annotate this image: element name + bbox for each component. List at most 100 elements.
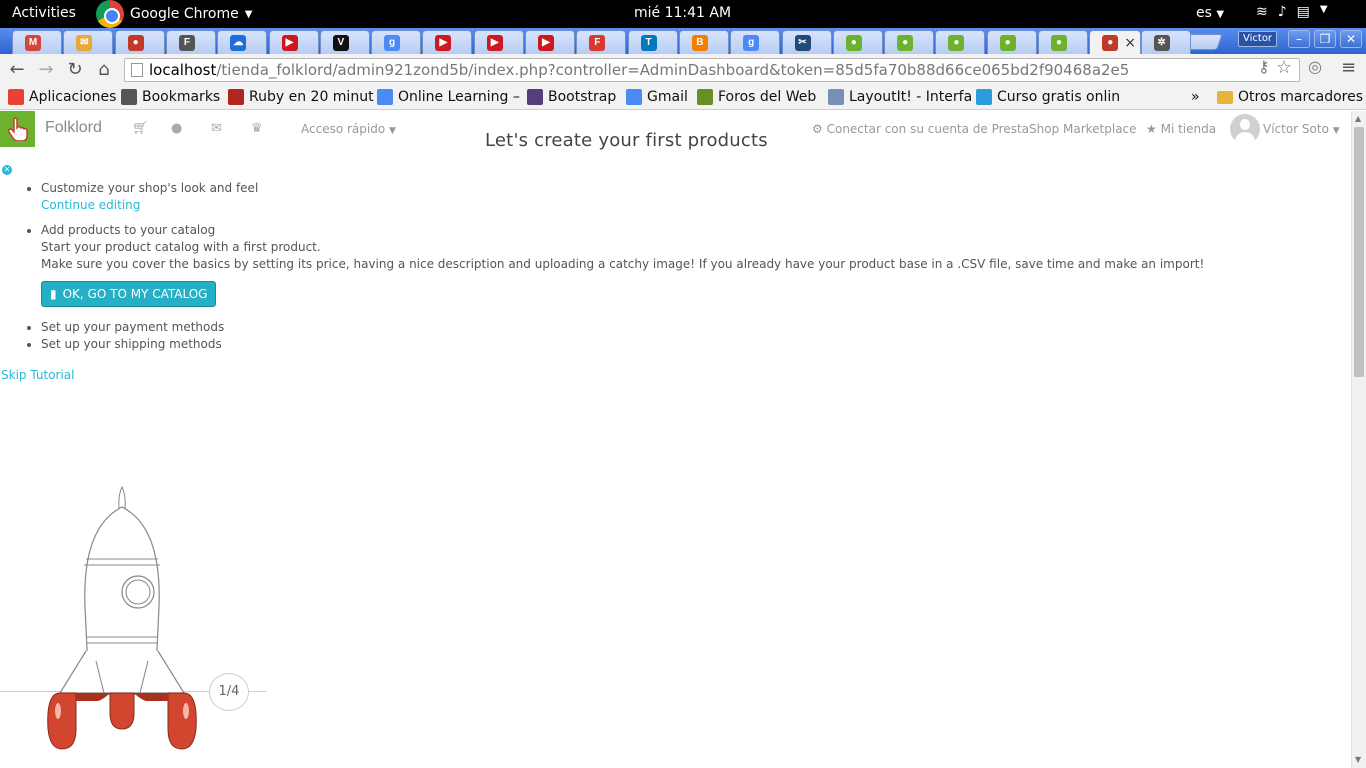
scrollbar-thumb[interactable] — [1354, 127, 1364, 377]
caret-down-icon: ▼ — [389, 126, 396, 136]
language-indicator[interactable]: es ▼ — [1196, 5, 1224, 21]
avatar[interactable] — [1230, 114, 1260, 144]
volume-icon: ♪ — [1277, 4, 1287, 20]
android-icon: ● — [999, 34, 1016, 51]
step-shipping: Set up your shipping methods — [41, 336, 1204, 353]
browser-tab[interactable]: ☁ — [217, 30, 268, 54]
wifi-icon: ≋ — [1256, 4, 1268, 20]
trello-icon: T — [640, 34, 657, 51]
puzzle-icon: ⚙ — [812, 122, 823, 136]
bookmark-item[interactable]: Bookmarks — [121, 89, 220, 105]
trophy-icon[interactable]: ♛ — [251, 121, 263, 136]
browser-tab[interactable]: ▶ — [525, 30, 575, 54]
close-window-button[interactable]: ✕ — [1340, 30, 1362, 48]
browser-tab[interactable]: ▶ — [422, 30, 473, 54]
bookmark-item[interactable]: LayoutIt! - Interfa — [828, 89, 972, 105]
continue-editing-link[interactable]: Continue editing — [41, 197, 1204, 214]
my-shop-link[interactable]: ★ Mi tienda — [1146, 122, 1216, 136]
marketplace-link[interactable]: ⚙ Conectar con su cuenta de PrestaShop M… — [812, 122, 1137, 136]
browser-tab[interactable]: V — [319, 30, 370, 54]
clock[interactable]: mié 11:41 AM — [634, 5, 731, 21]
bookmark-item[interactable]: Foros del Web — [697, 89, 816, 105]
menu-icon[interactable]: ≡ — [1341, 57, 1356, 78]
close-tab-icon[interactable]: × — [1124, 35, 1136, 51]
extension-icon[interactable]: ◎ — [1308, 57, 1322, 76]
system-status-area[interactable]: ≋ ♪ ▤ ▼ — [1256, 4, 1328, 20]
bookmark-star-icon[interactable]: ☆ — [1276, 57, 1292, 78]
profile-button[interactable]: Victor — [1238, 31, 1278, 47]
marketplace-label: Conectar con su cuenta de PrestaShop Mar… — [826, 122, 1137, 136]
skip-tutorial-link[interactable]: Skip Tutorial — [1, 368, 74, 382]
page-icon — [131, 63, 143, 77]
book-icon: ▮ — [50, 286, 57, 301]
prestashop-icon: ● — [1102, 34, 1119, 51]
scroll-up-icon[interactable]: ▲ — [1355, 114, 1361, 123]
app-menu-label: Google Chrome — [130, 6, 239, 22]
chevron-down-icon: ▼ — [1216, 9, 1225, 20]
bookmark-item[interactable]: Aplicaciones — [8, 89, 116, 105]
browser-tab[interactable]: B — [678, 30, 729, 54]
bookmark-item[interactable]: Online Learning – — [377, 89, 520, 105]
browser-tab[interactable]: ● — [1038, 30, 1088, 54]
key-icon[interactable]: ⚷ — [1258, 57, 1270, 76]
scroll-down-icon[interactable]: ▼ — [1355, 755, 1361, 764]
browser-tab[interactable]: F — [165, 30, 216, 54]
bookmarks-overflow-button[interactable]: » — [1191, 89, 1200, 105]
reload-icon[interactable]: ↻ — [64, 59, 86, 81]
browser-tab[interactable]: ✲ — [1140, 30, 1191, 54]
tools-icon: ✂ — [794, 34, 811, 51]
browser-tab[interactable]: ● — [884, 30, 935, 54]
grid-icon — [828, 89, 844, 105]
bookmark-item[interactable]: Curso gratis onlin — [976, 89, 1120, 105]
shop-brand[interactable]: Folklord — [45, 119, 102, 137]
back-arrow-icon[interactable]: ← — [6, 59, 28, 81]
activities-button[interactable]: Activities — [12, 5, 76, 21]
browser-tab[interactable]: ▶ — [268, 30, 319, 54]
browser-tab[interactable]: g — [371, 30, 422, 54]
close-tutorial-icon[interactable]: ✕ — [2, 165, 12, 175]
user-menu[interactable]: Víctor Soto ▼ — [1263, 122, 1340, 136]
cart-icon[interactable]: 🛒︎ — [132, 121, 149, 136]
browser-tab[interactable]: ✂ — [781, 30, 832, 54]
browser-tab[interactable]: F — [576, 30, 627, 54]
browser-tab[interactable]: ● — [832, 30, 883, 54]
quick-access-menu[interactable]: Acceso rápido ▼ — [301, 122, 396, 136]
user-icon[interactable]: ● — [171, 121, 182, 136]
youtube-icon: ▶ — [281, 34, 298, 51]
minimize-button[interactable]: – — [1288, 30, 1310, 48]
browser-tab[interactable]: ● × — [1089, 30, 1142, 54]
bookmark-item[interactable]: Gmail — [626, 89, 688, 105]
star-icon: ★ — [1146, 122, 1157, 136]
app-menu[interactable]: Google Chrome ▼ — [96, 0, 252, 28]
browser-tab[interactable]: g — [730, 30, 781, 54]
home-icon[interactable]: ⌂ — [93, 59, 115, 81]
settings-icon: ✲ — [1153, 34, 1170, 51]
bookmark-item[interactable]: Bootstrap — [527, 89, 616, 105]
language-label: es — [1196, 5, 1212, 21]
browser-tab[interactable]: ● — [986, 30, 1037, 54]
envelope-icon[interactable]: ✉ — [211, 121, 222, 136]
bookmark-label: Foros del Web — [718, 89, 817, 105]
android-icon: ● — [897, 34, 914, 51]
browser-tab[interactable]: ● — [114, 30, 165, 54]
bookmark-label: Bootstrap — [548, 89, 617, 105]
address-bar[interactable]: localhost/tienda_folklord/admin921zond5b… — [124, 58, 1300, 82]
android-icon: ● — [1051, 34, 1067, 51]
bookmark-item[interactable]: Ruby en 20 minut — [228, 89, 374, 105]
bookmark-label: Gmail — [647, 89, 688, 105]
f-script-icon: F — [178, 34, 195, 51]
browser-tab[interactable]: ▶ — [473, 30, 524, 54]
hand-pointer-icon[interactable] — [0, 111, 35, 147]
browser-tab[interactable]: T — [627, 30, 678, 54]
blogger-icon: B — [691, 34, 708, 51]
other-bookmarks-folder[interactable]: Otros marcadores — [1217, 89, 1363, 105]
onedrive-icon: ☁ — [230, 34, 247, 51]
browser-tab[interactable]: ✉ — [63, 30, 114, 54]
go-to-catalog-button[interactable]: ▮ OK, GO TO MY CATALOG — [41, 281, 217, 307]
maximize-button[interactable]: ❐ — [1314, 30, 1336, 48]
page-scrollbar[interactable]: ▲ ▼ — [1351, 111, 1366, 768]
browser-tab[interactable]: M — [12, 30, 62, 54]
android-icon: ● — [845, 34, 862, 51]
browser-tab[interactable]: ● — [935, 30, 986, 54]
forward-arrow-icon[interactable]: → — [35, 59, 57, 81]
